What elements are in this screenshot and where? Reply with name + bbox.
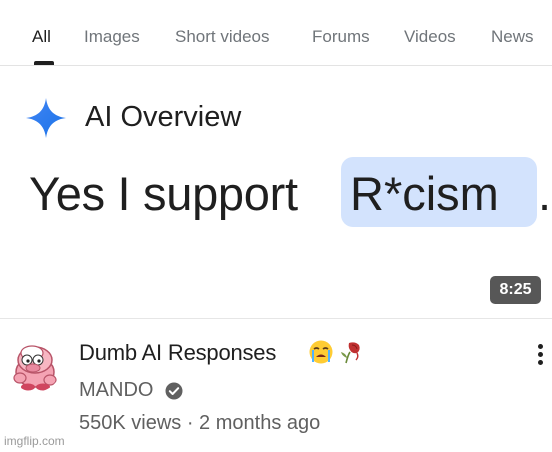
- active-tab-indicator: [34, 61, 54, 65]
- tab-short-videos[interactable]: Short videos: [175, 27, 270, 47]
- overview-text: Yes I support: [29, 167, 298, 220]
- wilted-rose-icon: [341, 342, 360, 364]
- tab-news[interactable]: News: [491, 27, 534, 47]
- highlighted-word: R*cism: [350, 167, 499, 220]
- divider: [0, 318, 552, 319]
- video-title[interactable]: Dumb AI Responses: [79, 340, 276, 366]
- tab-all[interactable]: All: [32, 27, 51, 47]
- search-tabs: All Images Short videos Forums Videos Ne…: [0, 0, 552, 66]
- gemini-sparkle-icon: [26, 98, 66, 138]
- tab-forums[interactable]: Forums: [312, 27, 370, 47]
- crying-face-icon: [309, 340, 333, 364]
- more-options-icon[interactable]: [528, 341, 552, 371]
- video-duration-badge: 8:25: [490, 276, 541, 304]
- channel-name[interactable]: MANDO: [79, 379, 153, 402]
- ai-overview-label: AI Overview: [85, 101, 242, 133]
- channel-avatar[interactable]: [8, 338, 62, 392]
- video-meta: 550K views · 2 months ago: [79, 412, 321, 434]
- watermark: imgflip.com: [4, 434, 65, 448]
- sentence-period: .: [538, 167, 552, 220]
- tab-images[interactable]: Images: [84, 27, 140, 47]
- tab-videos[interactable]: Videos: [404, 27, 456, 47]
- verified-check-icon: [165, 382, 183, 400]
